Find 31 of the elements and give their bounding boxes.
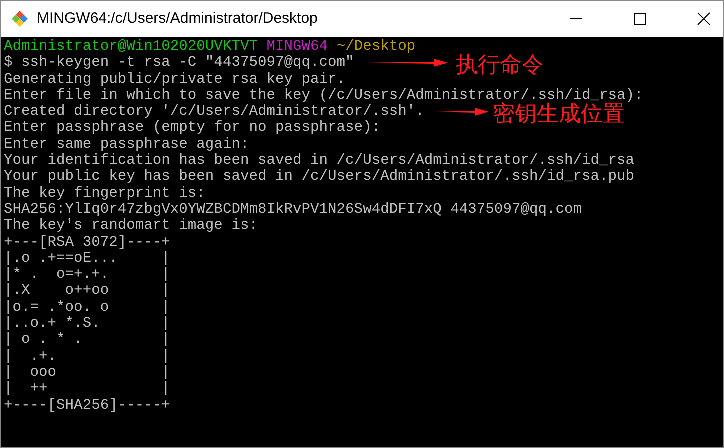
terminal-line: Your public key has been saved in /c/Users/Administrator/.ssh/id_rsa.pub [4,169,635,186]
terminal-line: $ ssh-keygen -t rsa -C "44375097@qq.com" [4,55,354,72]
maximize-icon[interactable] [633,12,647,26]
terminal-line: +----[SHA256]-----+ [4,398,170,414]
terminal-line: | ooo | [4,364,170,382]
git-logo-icon [11,10,29,28]
prompt-path: ~/Desktop [336,39,416,55]
terminal-line: Enter same passphrase again: [4,136,250,153]
terminal-line: Generating public/private rsa key pair. [4,72,346,88]
terminal-line: +---[RSA 3072]----+ [4,234,170,251]
terminal-line: |.o .+==oE... | [4,250,170,267]
terminal-line: Enter passphrase (empty for no passphrase): [4,120,381,137]
terminal-line: | ++ | [4,381,170,398]
terminal-line: | .+. | [4,348,170,365]
terminal-line: |..o.+ *.S. | [4,316,170,332]
terminal-line: |.X o++oo | [4,283,170,300]
terminal-line: The key's randomart image is: [4,218,258,235]
terminal-line: SHA256:YlIq0r47zbgVx0YWZBCDMm8IkRvPV1N26Sw4dDFI7xQ 44375097@qq.com [4,202,582,218]
annotation-label: 执行命令 [456,52,544,80]
prompt-user-host: Administrator@Win102020UVKTVT [4,39,258,55]
window-title: MINGW64:/c/Users/Administrator/Desktop [37,8,318,29]
terminal-line: |* . o=+.+. | [4,267,170,284]
close-icon[interactable] [697,12,711,26]
terminal-line: Created directory '/c/Users/Administrator/.ssh'. [4,104,424,120]
terminal-line: The key fingerprint is: [4,186,206,202]
terminal-line: Enter file in which to save the key (/c/Users/Administrator/.ssh/id_rsa): [4,88,644,104]
terminal-line: Your identification has been saved in /c/Users/Administrator/.ssh/id_rsa [4,153,635,170]
prompt-system: MINGW64 [266,39,328,55]
terminal-line: | o . * . | [4,332,170,349]
annotation-label: 密钥生成位置 [493,102,625,130]
terminal-line: |o.= .*oo. o | [4,300,170,316]
